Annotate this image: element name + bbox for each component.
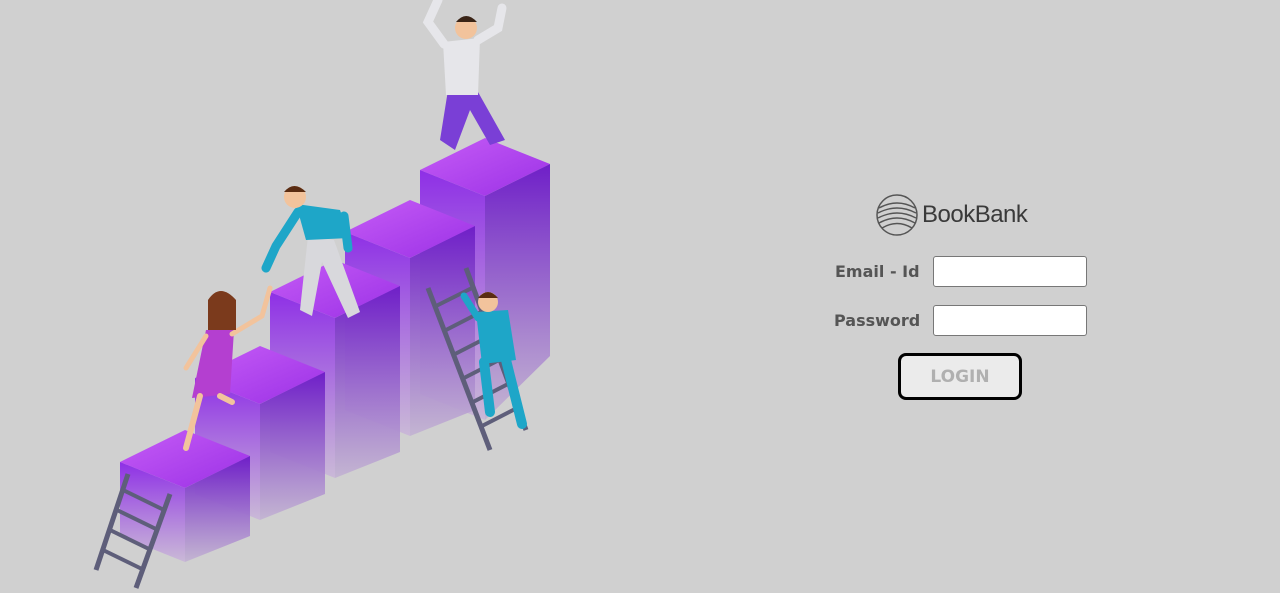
person-cheering xyxy=(422,0,507,150)
email-field[interactable] xyxy=(933,256,1087,287)
password-row: Password xyxy=(830,305,1087,336)
login-button[interactable]: LOGIN xyxy=(898,353,1022,400)
brand: BookBank xyxy=(876,194,1028,236)
brand-name: BookBank xyxy=(922,201,1028,228)
hero-illustration xyxy=(93,0,550,589)
email-label: Email - Id xyxy=(835,262,920,281)
password-field[interactable] xyxy=(933,305,1087,336)
password-label: Password xyxy=(834,311,921,330)
globe-lines-icon xyxy=(876,194,918,236)
email-row: Email - Id xyxy=(830,256,1087,287)
